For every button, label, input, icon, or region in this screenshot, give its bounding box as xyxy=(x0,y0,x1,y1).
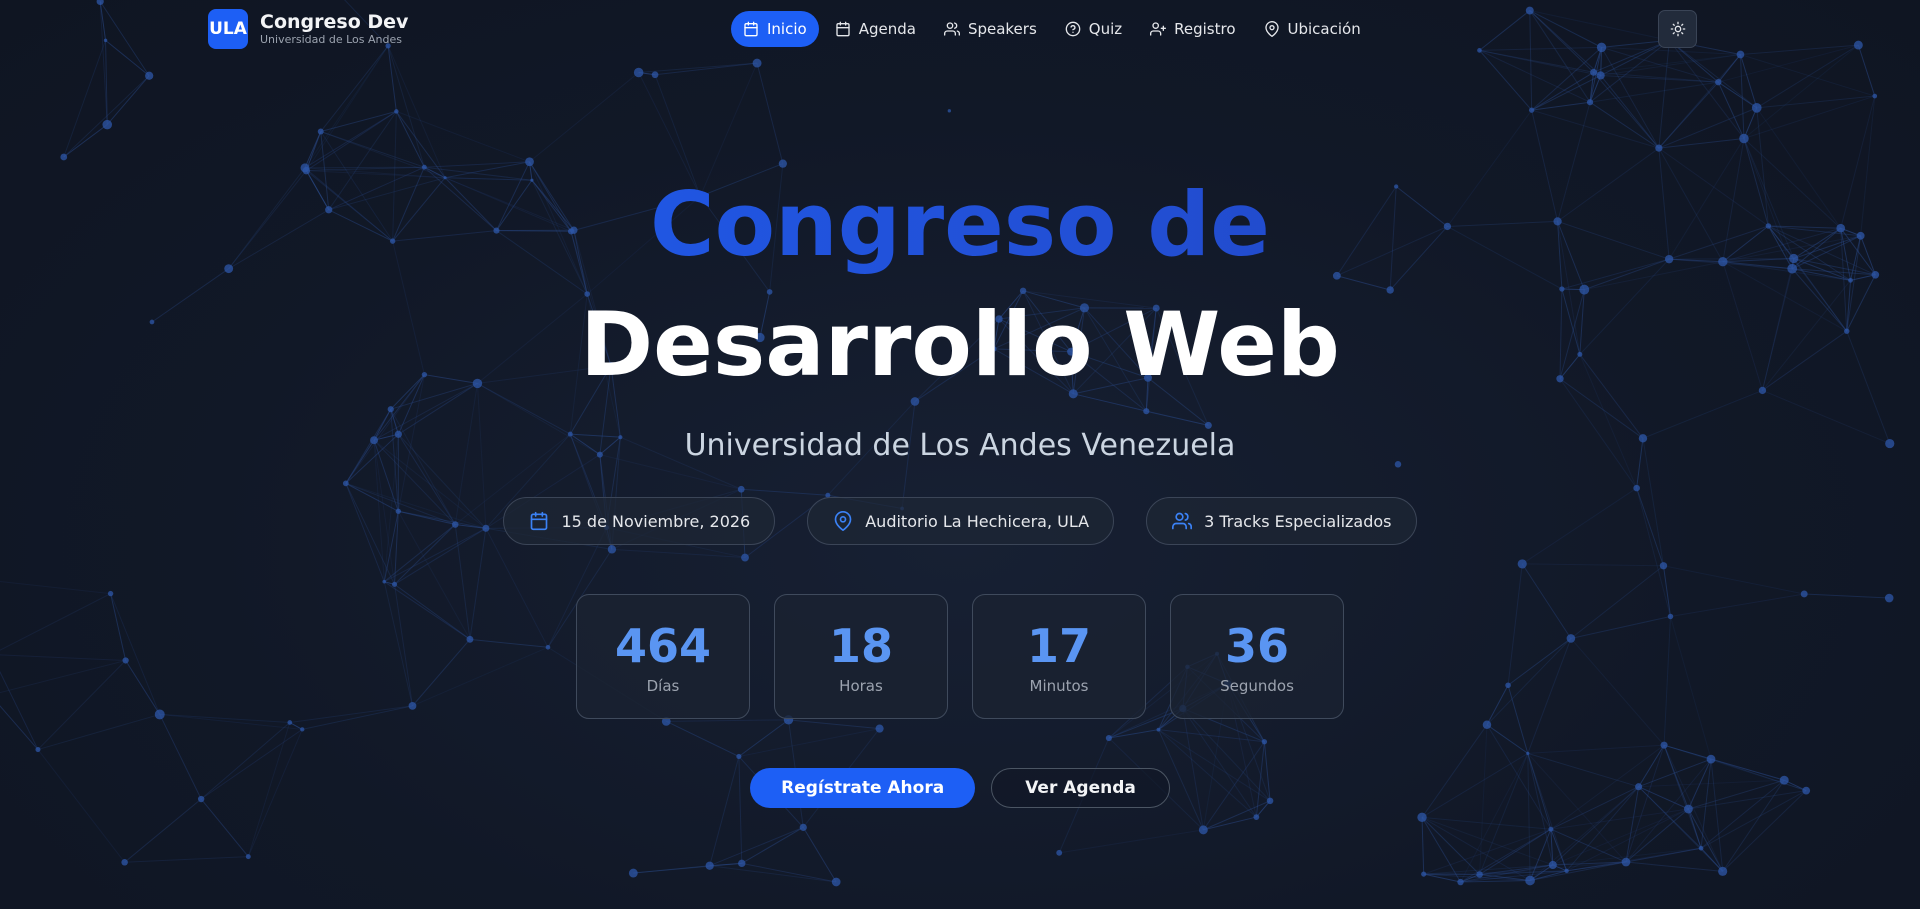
countdown-hours: 18 Horas xyxy=(774,594,948,719)
date-pill: 15 de Noviembre, 2026 xyxy=(503,497,776,545)
nav-item-label: Agenda xyxy=(858,20,916,38)
nav-item-quiz[interactable]: Quiz xyxy=(1053,11,1134,47)
countdown-value: 17 xyxy=(1026,618,1091,673)
nav-item-label: Quiz xyxy=(1088,20,1123,38)
users-icon xyxy=(1172,512,1193,530)
nav-item-label: Inicio xyxy=(767,20,807,38)
cta-group: Regístrate Ahora Ver Agenda xyxy=(0,768,1920,808)
countdown-value: 464 xyxy=(614,618,712,673)
nav-item-speakers[interactable]: Speakers xyxy=(932,11,1049,47)
nav-item-inicio[interactable]: Inicio xyxy=(731,11,819,47)
countdown-label: Minutos xyxy=(1029,676,1089,695)
main-nav: Inicio Agenda Speakers Quiz Registro Ubi… xyxy=(731,11,1377,47)
calendar-icon xyxy=(744,21,758,37)
countdown-minutes: 17 Minutos xyxy=(972,594,1146,719)
nav-item-label: Ubicación xyxy=(1287,20,1361,38)
nav-item-label: Registro xyxy=(1174,20,1236,38)
brand-subtitle: Universidad de Los Andes xyxy=(260,33,402,46)
countdown: 464 Días 18 Horas 17 Minutos 36 Segundos xyxy=(0,594,1920,719)
brand-title: Congreso Dev xyxy=(260,11,409,33)
map-pin-icon xyxy=(1264,21,1279,37)
hero-subtitle: Universidad de Los Andes Venezuela xyxy=(684,428,1236,463)
theme-toggle-button[interactable] xyxy=(1658,10,1697,48)
countdown-label: Segundos xyxy=(1220,676,1294,695)
register-button[interactable]: Regístrate Ahora xyxy=(750,768,976,808)
brand[interactable]: ULA Congreso Dev Universidad de Los Ande… xyxy=(208,9,408,49)
calendar-icon xyxy=(531,511,548,531)
nav-item-ubicacion[interactable]: Ubicación xyxy=(1252,11,1373,47)
tracks-text: 3 Tracks Especializados xyxy=(1204,511,1392,531)
location-text: Auditorio La Hechicera, ULA xyxy=(865,511,1090,531)
hero-title-line-2: Desarrollo Web xyxy=(580,293,1340,396)
view-agenda-button[interactable]: Ver Agenda xyxy=(991,768,1170,808)
countdown-days: 464 Días xyxy=(576,594,750,719)
countdown-label: Días xyxy=(646,676,680,695)
event-info: 15 de Noviembre, 2026 Auditorio La Hechi… xyxy=(0,497,1920,545)
date-text: 15 de Noviembre, 2026 xyxy=(561,511,751,531)
nav-item-agenda[interactable]: Agenda xyxy=(823,11,928,47)
help-circle-icon xyxy=(1065,21,1081,37)
location-pill: Auditorio La Hechicera, ULA xyxy=(807,497,1115,545)
countdown-seconds: 36 Segundos xyxy=(1170,594,1344,719)
user-plus-icon xyxy=(1150,22,1167,36)
tracks-pill: 3 Tracks Especializados xyxy=(1146,497,1417,545)
calendar-icon xyxy=(836,21,850,37)
map-pin-icon xyxy=(834,511,852,531)
countdown-value: 18 xyxy=(828,618,893,673)
brand-logo: ULA xyxy=(208,9,248,49)
sun-icon xyxy=(1670,21,1685,37)
countdown-value: 36 xyxy=(1224,618,1289,673)
nav-item-registro[interactable]: Registro xyxy=(1138,11,1247,47)
users-icon xyxy=(943,22,960,36)
nav-item-label: Speakers xyxy=(967,20,1037,38)
hero-title-line-1: Congreso de xyxy=(0,170,1920,280)
countdown-label: Horas xyxy=(839,676,883,695)
